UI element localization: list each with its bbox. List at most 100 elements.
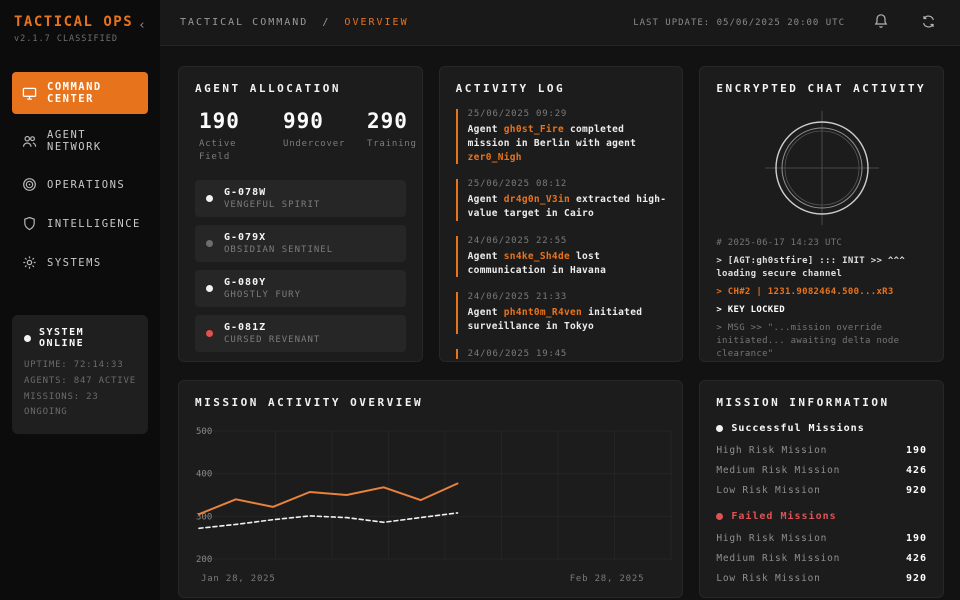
log-timestamp: 25/06/2025 09:29 [468,109,667,119]
encrypted-chat-card: ENCRYPTED CHAT ACTIVITY # 2025-06-17 14:… [699,66,944,362]
last-update-text: LAST UPDATE: 05/06/2025 20:00 UTC [633,18,845,28]
agent-list-item[interactable]: G-081ZCURSED REVENANT [195,315,406,352]
agent-status-dot [206,240,213,247]
sidebar-item-systems[interactable]: SYSTEMS [12,246,148,279]
agent-code: G-080Y [224,277,301,288]
refresh-button[interactable] [917,10,940,36]
activity-log-card: ACTIVITY LOG 25/06/2025 09:29Agent gh0st… [439,66,684,362]
stat-value: 290 [367,109,423,133]
log-entry: 25/06/2025 09:29 Agent gh0st_Fire complet… [456,109,667,164]
sidebar-item-label: INTELLIGENCE [47,218,141,230]
mission-activity-chart: 500400300200 [195,423,666,572]
terminal-output: # 2025-06-17 14:23 UTC> [AGT:gh0stfire] … [716,237,927,361]
agent-allocation-stats: 190Active Field990Undercover290Training [195,109,406,164]
sidebar-item-intelligence[interactable]: INTELLIGENCE [12,207,148,240]
mission-information-sections: Successful MissionsHigh Risk Mission190M… [716,423,927,584]
refresh-icon [921,14,936,32]
mission-row-value: 920 [906,573,927,584]
app-version: v2.1.7 CLASSIFIED [14,34,133,44]
mission-info-section: Failed MissionsHigh Risk Mission190Mediu… [716,511,927,584]
chart-x-start-label: Jan 28, 2025 [201,574,276,584]
mission-row-value: 190 [906,445,927,456]
mission-row-label: Medium Risk Mission [716,553,840,564]
log-message: Agent ph4nt0m_R4ven initiated surveillan… [468,306,667,334]
online-status-dot [24,335,31,342]
mission-info-section: Successful MissionsHigh Risk Mission190M… [716,423,927,496]
top-bar: TACTICAL COMMAND / OVERVIEW LAST UPDATE:… [160,0,960,46]
activity-log-list: 25/06/2025 09:29 Agent gh0st_Fire complet… [456,109,667,359]
mission-info-row: High Risk Mission190 [716,533,927,544]
agent-handle: zer0_Nigh [468,152,522,163]
breadcrumb-current: OVERVIEW [344,17,408,28]
mission-row-label: Low Risk Mission [716,485,820,496]
sidebar-collapse-button[interactable]: ‹ [134,18,150,33]
notifications-button[interactable] [869,9,893,36]
sidebar-item-label: OPERATIONS [47,179,125,191]
log-message: Agent dr4g0n_V3in extracted high-value t… [468,193,667,221]
app-root: TACTICAL OPS v2.1.7 CLASSIFIED ‹ COMMAND… [0,0,960,600]
system-status-title: SYSTEM ONLINE [39,327,136,349]
log-entry: 24/06/2025 21:33Agent ph4nt0m_R4ven init… [456,292,667,334]
mission-row-value: 426 [906,553,927,564]
target-icon [22,177,37,192]
agent-name: GHOSTLY FURY [224,290,301,300]
log-message: Agent gh0st_Fire completed mission in Be… [468,123,667,164]
mission-info-row: Low Risk Mission920 [716,485,927,496]
svg-text:400: 400 [196,470,212,480]
agent-name: CURSED REVENANT [224,335,320,345]
agent-code: G-079X [224,232,333,243]
chart-x-end-label: Feb 28, 2025 [570,574,645,584]
agent-name: VENGEFUL SPIRIT [224,200,320,210]
stat-label: Active Field [199,138,261,164]
stat-value: 990 [283,109,345,133]
radar-icon [763,109,881,227]
sidebar-item-operations[interactable]: OPERATIONS [12,168,148,201]
log-entry: 24/06/2025 22:55Agent sn4ke_Sh4de lost c… [456,236,667,278]
mission-activity-title: MISSION ACTIVITY OVERVIEW [195,396,666,409]
bell-icon [873,13,889,32]
breadcrumb-separator: / [322,17,330,28]
terminal-line: > MSG >> "...mission override initiated.… [716,322,927,361]
mission-information-title: MISSION INFORMATION [716,396,927,409]
agent-list-item[interactable]: G-080Y GHOSTLY FURY [195,270,406,307]
agent-list: G-078W VENGEFUL SPIRIT G-079X OBSIDIAN SENT… [195,180,406,352]
agent-allocation-title: AGENT ALLOCATION [195,82,406,95]
terminal-line: # 2025-06-17 14:23 UTC [716,237,927,250]
users-icon [22,134,37,149]
system-status-line: MISSIONS: 23 ONGOING [24,390,136,422]
agent-handle: sn4ke_Sh4de [504,251,570,262]
agent-code: G-078W [224,187,320,198]
mission-info-row: Low Risk Mission 920 [716,573,927,584]
dashboard-grid: AGENT ALLOCATION 190Active Field990Under… [160,46,960,600]
mission-row-label: Low Risk Mission [716,573,820,584]
breadcrumb: TACTICAL COMMAND / OVERVIEW [180,17,409,28]
mission-row-label: High Risk Mission [716,533,827,544]
system-status-line: UPTIME: 72:14:33 [24,358,136,374]
log-message: Agent sn4ke_Sh4de lost communication in … [468,250,667,278]
log-entry: 25/06/2025 08:12 Agent dr4g0n_V3in extrac… [456,179,667,221]
monitor-icon [22,86,37,101]
stat-label: Training [367,138,423,151]
allocation-stat: 190 Active Field [199,109,261,164]
agent-status-dot [206,195,213,202]
mission-row-value: 426 [906,465,927,476]
sidebar-item-command-center[interactable]: COMMAND CENTER [12,72,148,114]
sidebar-item-agent-network[interactable]: AGENT NETWORK [12,120,148,162]
gear-icon [22,255,37,270]
stat-value: 190 [199,109,261,133]
section-dot [716,513,723,520]
log-timestamp: 25/06/2025 08:12 [468,179,667,189]
mission-information-card: MISSION INFORMATION Successful MissionsH… [699,380,944,598]
sidebar-nav: COMMAND CENTER AGENT NETWORK OPERATIONS INT… [0,72,160,285]
agent-list-item[interactable]: G-078W VENGEFUL SPIRIT [195,180,406,217]
agent-list-item[interactable]: G-079X OBSIDIAN SENTINEL [195,225,406,262]
breadcrumb-root[interactable]: TACTICAL COMMAND [180,17,308,28]
sidebar-item-label: SYSTEMS [47,257,102,269]
agent-handle: gh0st_Fire [504,124,564,135]
shield-icon [22,216,37,231]
agent-name: OBSIDIAN SENTINEL [224,245,333,255]
mission-activity-card: MISSION ACTIVITY OVERVIEW 500400300200 J… [178,380,683,598]
agent-handle: ph4nt0m_R4ven [504,307,582,318]
system-status-line: AGENTS: 847 ACTIVE [24,374,136,390]
section-dot [716,425,723,432]
